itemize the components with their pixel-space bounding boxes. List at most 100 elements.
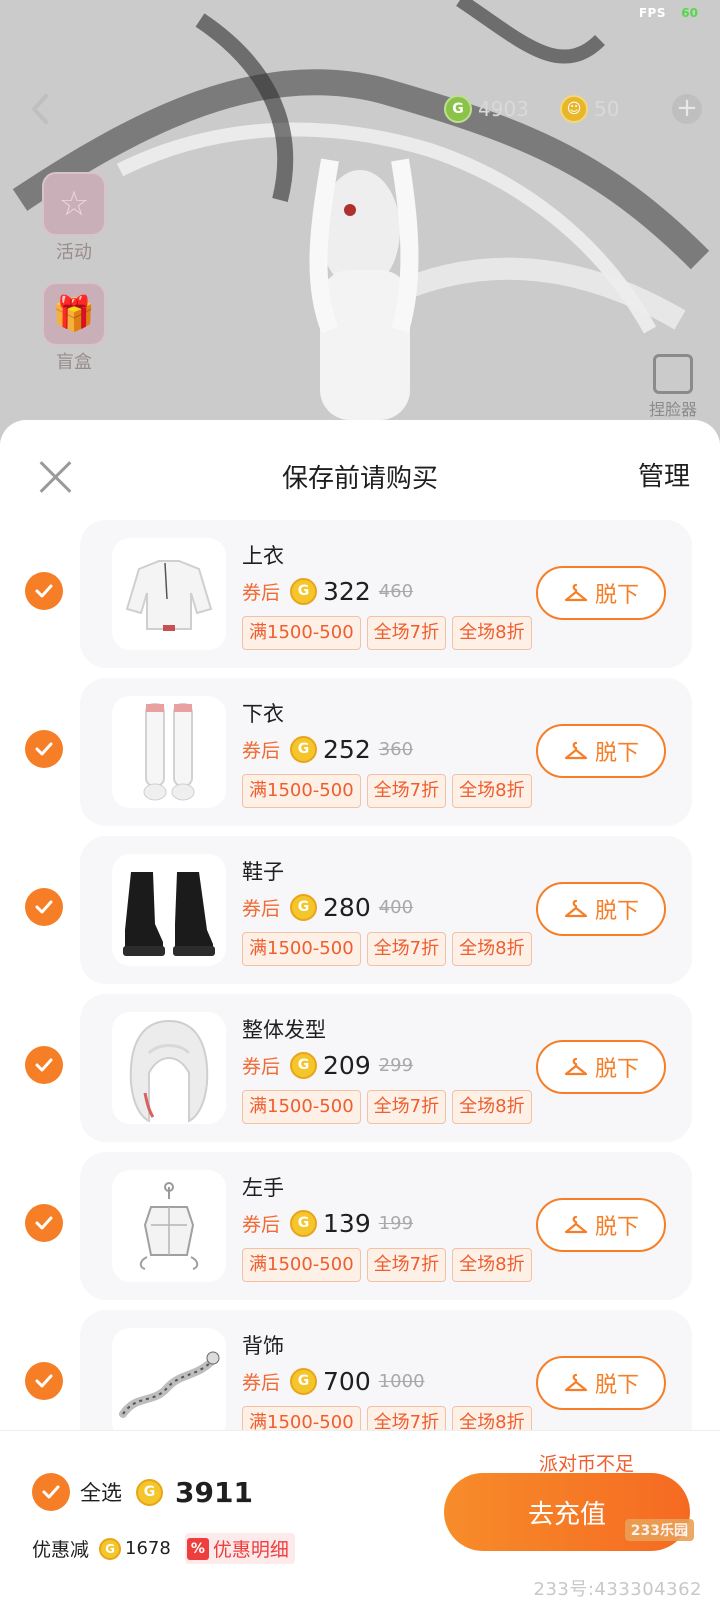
promo-tag: 全场7折 bbox=[366, 774, 447, 808]
sidebar-item-blind-box[interactable]: 🎁 盲盒 bbox=[34, 282, 114, 374]
item-checkbox[interactable] bbox=[25, 730, 63, 768]
item-thumbnail bbox=[112, 696, 226, 808]
discount-detail-button[interactable]: % 优惠明细 bbox=[184, 1533, 295, 1564]
g-coin-balance: G 4903 bbox=[444, 93, 529, 125]
take-off-button[interactable]: 脱下 bbox=[536, 566, 666, 620]
take-off-button[interactable]: 脱下 bbox=[536, 1356, 666, 1410]
cart-item-row: 整体发型 券后 G 209 299 满1500-500 全场7折 全场8折 脱下 bbox=[0, 994, 720, 1142]
item-name: 下衣 bbox=[242, 702, 284, 726]
watermark-logo: 233乐园 bbox=[624, 1519, 694, 1541]
promo-tags: 满1500-500 全场7折 全场8折 bbox=[242, 616, 532, 650]
take-off-label: 脱下 bbox=[594, 1373, 639, 1398]
watermark-id: 233号:433304362 bbox=[533, 1579, 702, 1600]
promo-tags: 满1500-500 全场7折 全场8折 bbox=[242, 1090, 532, 1124]
item-price: 209 bbox=[323, 1050, 371, 1080]
insufficient-coins-notice: 派对币不足 bbox=[538, 1453, 634, 1475]
hanger-icon bbox=[564, 741, 588, 760]
promo-tag: 全场8折 bbox=[452, 774, 532, 808]
item-name: 左手 bbox=[242, 1176, 284, 1200]
sidebar-item-label: 盲盒 bbox=[56, 352, 92, 373]
g-coin-icon: G bbox=[444, 95, 472, 123]
take-off-label: 脱下 bbox=[594, 1215, 639, 1240]
g-coin-balance-value: 4903 bbox=[478, 97, 529, 121]
checkmark-icon bbox=[35, 1216, 53, 1230]
item-name: 背饰 bbox=[242, 1334, 284, 1358]
sheet-title: 保存前请购买 bbox=[281, 464, 438, 494]
promo-tag: 全场7折 bbox=[366, 1248, 447, 1282]
g-coin-icon: G bbox=[290, 577, 318, 605]
y-coin-balance: ☺ 50 bbox=[560, 93, 619, 125]
item-price-line: 券后 G 139 199 bbox=[242, 1206, 413, 1240]
manage-button[interactable]: 管理 bbox=[638, 456, 690, 493]
gift-box-icon: 🎁 bbox=[42, 282, 106, 346]
item-original-price: 400 bbox=[378, 896, 414, 918]
face-edit-button[interactable]: 捏脸器 bbox=[638, 354, 708, 420]
take-off-button[interactable]: 脱下 bbox=[536, 724, 666, 778]
star-icon: ☆ bbox=[42, 172, 106, 236]
y-coin-icon: ☺ bbox=[560, 95, 588, 123]
select-all-checkbox[interactable] bbox=[32, 1473, 70, 1511]
item-original-price: 299 bbox=[378, 1054, 414, 1076]
cart-item-row: 左手 券后 G 139 199 满1500-500 全场7折 全场8折 脱下 bbox=[0, 1152, 720, 1300]
cart-item-row: 上衣 券后 G 322 460 满1500-500 全场7折 全场8折 脱下 bbox=[0, 520, 720, 668]
cart-item-card: 上衣 券后 G 322 460 满1500-500 全场7折 全场8折 脱下 bbox=[80, 520, 692, 668]
item-list[interactable]: 上衣 券后 G 322 460 满1500-500 全场7折 全场8折 脱下 下衣 … bbox=[0, 520, 720, 1540]
take-off-button[interactable]: 脱下 bbox=[536, 1198, 666, 1252]
promo-tag: 全场8折 bbox=[452, 616, 532, 650]
item-checkbox[interactable] bbox=[25, 1204, 63, 1242]
g-coin-icon: G bbox=[136, 1478, 163, 1506]
promo-tag: 满1500-500 bbox=[242, 1090, 361, 1124]
total-price: 3911 bbox=[175, 1475, 253, 1509]
hanger-icon bbox=[564, 1057, 588, 1076]
item-original-price: 1000 bbox=[378, 1370, 425, 1392]
discount-row: 优惠减 G 1678 % 优惠明细 bbox=[32, 1533, 295, 1564]
sheet-header: 保存前请购买 管理 bbox=[0, 420, 720, 520]
hanger-icon bbox=[564, 1215, 588, 1234]
g-coin-icon: G bbox=[290, 735, 318, 763]
promo-tag: 全场7折 bbox=[366, 1090, 447, 1124]
promo-tags: 满1500-500 全场7折 全场8折 bbox=[242, 932, 532, 966]
sidebar-item-label: 活动 bbox=[56, 242, 92, 263]
take-off-label: 脱下 bbox=[594, 741, 639, 766]
after-coupon-label: 券后 bbox=[242, 581, 281, 604]
take-off-label: 脱下 bbox=[594, 1057, 639, 1082]
promo-tag: 全场8折 bbox=[452, 1090, 532, 1124]
item-name: 整体发型 bbox=[242, 1018, 326, 1042]
item-thumbnail bbox=[112, 1328, 226, 1440]
add-coin-button[interactable]: + bbox=[672, 94, 702, 124]
promo-tag: 满1500-500 bbox=[242, 616, 361, 650]
fps-value: 60 bbox=[681, 6, 698, 20]
promo-tag: 全场8折 bbox=[452, 932, 532, 966]
back-arrow-icon[interactable] bbox=[24, 92, 58, 126]
checkmark-icon bbox=[35, 1058, 53, 1072]
select-all-label: 全选 bbox=[80, 1481, 122, 1505]
g-coin-icon: G bbox=[290, 1209, 318, 1237]
face-edit-label: 捏脸器 bbox=[648, 400, 697, 419]
checkmark-icon bbox=[35, 1374, 53, 1388]
after-coupon-label: 券后 bbox=[242, 739, 281, 762]
item-checkbox[interactable] bbox=[25, 888, 63, 926]
take-off-button[interactable]: 脱下 bbox=[536, 1040, 666, 1094]
cart-item-row: 鞋子 券后 G 280 400 满1500-500 全场7折 全场8折 脱下 bbox=[0, 836, 720, 984]
cart-item-card: 左手 券后 G 139 199 满1500-500 全场7折 全场8折 脱下 bbox=[80, 1152, 692, 1300]
item-checkbox[interactable] bbox=[25, 572, 63, 610]
item-price: 252 bbox=[323, 734, 371, 764]
take-off-button[interactable]: 脱下 bbox=[536, 882, 666, 936]
after-coupon-label: 券后 bbox=[242, 1213, 281, 1236]
sidebar-item-activity[interactable]: ☆ 活动 bbox=[34, 172, 114, 264]
cart-item-card: 整体发型 券后 G 209 299 满1500-500 全场7折 全场8折 脱下 bbox=[80, 994, 692, 1142]
item-checkbox[interactable] bbox=[25, 1046, 63, 1084]
edit-icon bbox=[653, 354, 693, 394]
checkmark-icon bbox=[35, 742, 53, 756]
take-off-label: 脱下 bbox=[594, 899, 639, 924]
hanger-icon bbox=[564, 1373, 588, 1392]
item-price: 322 bbox=[323, 576, 371, 606]
promo-tag: 全场7折 bbox=[366, 932, 447, 966]
select-all[interactable]: 全选 G 3911 bbox=[32, 1473, 253, 1511]
g-coin-icon: G bbox=[290, 893, 318, 921]
promo-tags: 满1500-500 全场7折 全场8折 bbox=[242, 774, 532, 808]
item-original-price: 199 bbox=[378, 1212, 414, 1234]
item-price-line: 券后 G 322 460 bbox=[242, 574, 413, 608]
item-checkbox[interactable] bbox=[25, 1362, 63, 1400]
item-price-line: 券后 G 209 299 bbox=[242, 1048, 413, 1082]
